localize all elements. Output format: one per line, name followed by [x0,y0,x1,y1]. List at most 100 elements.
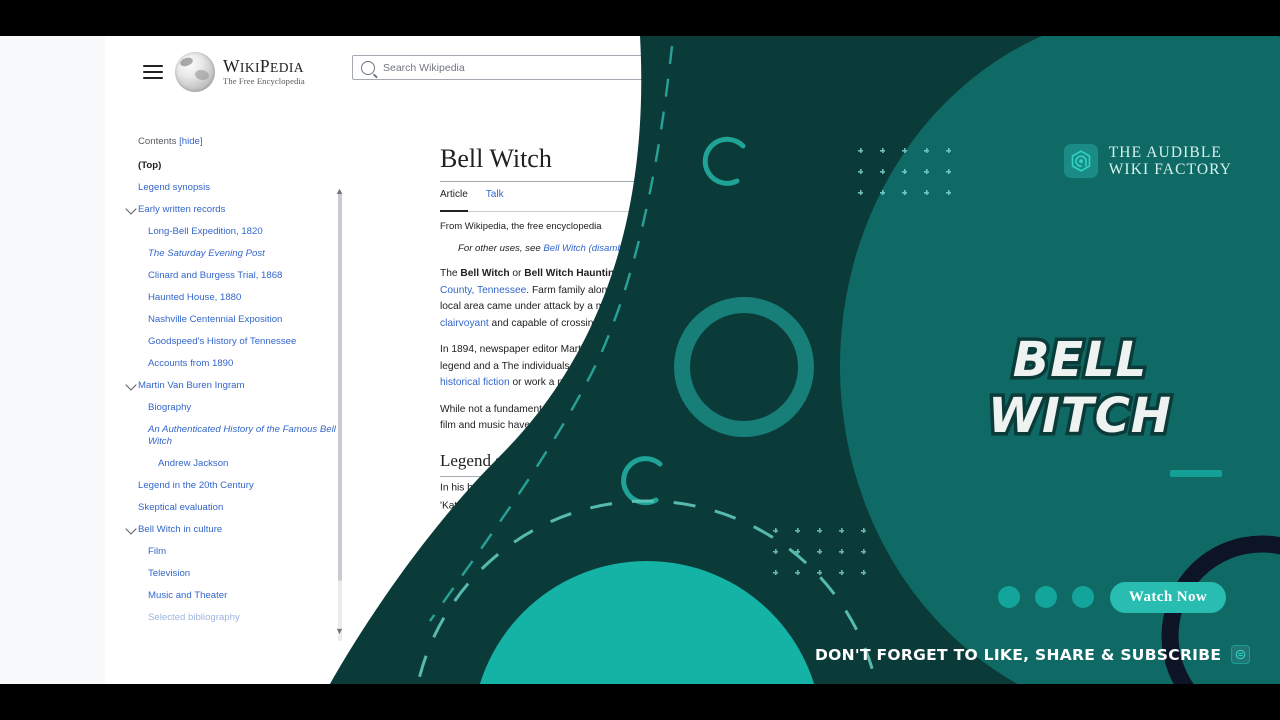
toc-item-label: Nashville Centennial Exposition [148,313,283,325]
toc-item[interactable]: Bell Witch in culture [125,523,338,536]
page-title: Bell Witch [440,144,1000,182]
toc-item[interactable]: Accounts from 1890 [138,358,338,370]
wikipedia-logo[interactable]: WIKIPEDIA The Free Encyclopedia [175,52,305,92]
chevron-down-icon[interactable] [125,203,137,215]
toc-item[interactable]: An Authenticated History of the Famous B… [138,424,338,448]
hatnote-link[interactable]: Bell Witch (disambiguation) [543,243,659,254]
video-stage: WIKIPEDIA The Free Encyclopedia Search W… [0,0,1280,720]
toc-item-label: The Saturday Evening Post [148,247,265,259]
search-placeholder: Search Wikipedia [383,61,465,74]
toc-item-label: (Top) [138,160,162,171]
contents-hide-toggle[interactable]: [hide] [179,136,202,147]
brand-line-1: THE AUDIBLE [1108,144,1222,161]
brand-name: THE AUDIBLE WIKI FACTORY [1109,144,1232,179]
watch-now-label: Watch Now [1128,589,1208,605]
dot-1 [998,586,1020,608]
toc-item[interactable]: Legend in the 20th Century [138,480,338,492]
toc-item-label: Martin Van Buren Ingram [138,379,245,391]
edit-label[interactable]: edit [561,457,576,467]
subscribe-text: DON'T FORGET TO LIKE, SHARE & SUBSCRIBE [815,645,1222,664]
toc-item[interactable]: Music and Theater [138,590,338,602]
article-link[interactable]: clairvoyant [440,318,489,329]
toc-item-label: Long-Bell Expedition, 1820 [148,225,263,237]
section-paragraph: The haunting be resemblin bird [440,526,581,538]
toc-item[interactable]: Andrew Jackson [138,458,338,470]
dot-2 [1035,586,1057,608]
toc-item[interactable]: Clinard and Burgess Trial, 1868 [138,270,338,282]
edit-bracket-close: ] [575,456,578,467]
toc-item[interactable]: Skeptical evaluation [138,502,338,514]
section-paragraphs: In his book An Authenticated History of … [440,479,1000,541]
article-link[interactable]: Southern United [699,268,773,279]
toc-item-label: Bell Witch in culture [138,523,223,535]
section-heading-text: Legend synopsis [440,450,554,470]
article-link[interactable]: place at a time) [758,318,828,329]
toc-item[interactable]: Martin Van Buren Ingram [125,379,338,392]
toc-item-label: Legend synopsis [138,181,211,193]
toc-item[interactable]: Film [138,546,338,558]
article-link[interactable]: folklore study [596,377,656,388]
wordmark-subtitle: The Free Encyclopedia [223,76,305,87]
toc-item[interactable]: Goodspeed's History of Tennessee [138,336,338,348]
toc-item[interactable]: Selected bibliography [138,612,338,624]
toc-item-label: An Authenticated History of the Famous B… [148,423,336,447]
dot-3 [1072,586,1094,608]
hexagon-spiral-logo-icon [1063,144,1098,179]
wikipedia-wordmark: WIKIPEDIA The Free Encyclopedia [223,55,305,87]
hamburger-menu-icon[interactable] [143,65,163,80]
tab-talk[interactable]: Talk [486,189,504,205]
table-of-contents: Contents [hide] (Top) Legend synopsis Earl… [125,136,338,634]
toc-item[interactable]: The Saturday Evening Post [138,248,338,260]
video-frame: WIKIPEDIA The Free Encyclopedia Search W… [0,36,1280,684]
toc-item-label: Goodspeed's History of Tennessee [148,335,297,347]
toc-item[interactable]: Television [138,568,338,580]
chevron-down-icon[interactable] [125,523,137,535]
tab-article[interactable]: Article [440,189,468,212]
toc-item-label: Accounts from 1890 [148,357,234,369]
article-link[interactable]: shapeshift [819,301,865,312]
toc-item-label: Legend in the 20th Century [138,479,254,491]
toc-item-label: Biography [148,401,192,413]
toc-scrollbar-thumb[interactable] [338,191,342,581]
channel-brand-lockup: THE AUDIBLE WIKI FACTORY [1063,144,1232,179]
toc-item-label: Early written records [138,203,226,215]
subscribe-badge-icon [1231,645,1251,664]
contents-heading: Contents [hide] [138,136,338,147]
toc-item[interactable]: Haunted House, 1880 [138,292,338,304]
hatnote-prefix: For other uses, see [458,243,544,254]
page-left-gutter [0,36,106,684]
toc-item-label: Andrew Jackson [158,457,229,469]
wikipedia-globe-icon [175,52,215,92]
article-tabs: Article Talk [440,182,1000,212]
section-paragraph: In his book An Authenticated History of … [440,480,993,511]
contents-label: Contents [138,136,177,147]
toc-item[interactable]: Long-Bell Expedition, 1820 [138,226,338,238]
toc-item[interactable]: (Top) [138,160,338,172]
toc-item-label: Music and Theater [148,589,228,601]
toc-item-label: Clinard and Burgess Trial, 1868 [148,269,283,281]
video-title-graphic: BELL WITCH [915,329,1245,448]
toc-item[interactable]: Early written records [125,203,338,216]
watch-now-button[interactable]: Watch Now [1110,582,1226,613]
wordmark-main: WIKIPEDIA [223,55,304,76]
decorative-dots-row [998,586,1094,608]
chevron-down-icon[interactable] [125,379,137,391]
toc-item-label: Skeptical evaluation [138,501,224,513]
article-paragraph: The Bell Witch or Bell Witch Haunting is… [440,268,992,329]
article-link[interactable]: Red River [633,285,678,296]
toc-item-label: Haunted House, 1880 [148,291,242,303]
article-link[interactable]: Adams [846,285,878,296]
article-link[interactable]: historical fiction [440,377,510,388]
hatnote-suffix: . [659,243,663,254]
toc-item[interactable]: Biography [138,402,338,414]
toc-item[interactable]: Nashville Centennial Exposition [138,314,338,326]
search-input[interactable]: Search Wikipedia [352,55,682,80]
toc-item[interactable]: Legend synopsis [138,182,338,194]
citation-ref[interactable]: [1] [894,481,902,488]
search-icon [361,60,375,75]
subscribe-callout: DON'T FORGET TO LIKE, SHARE & SUBSCRIBE [815,645,1251,664]
section-edit-link[interactable]: [edit] [558,457,578,467]
toc-item-label: Selected bibliography [148,611,240,623]
citation-ref[interactable]: [2] [557,499,565,506]
toc-item-label: Film [148,545,167,557]
